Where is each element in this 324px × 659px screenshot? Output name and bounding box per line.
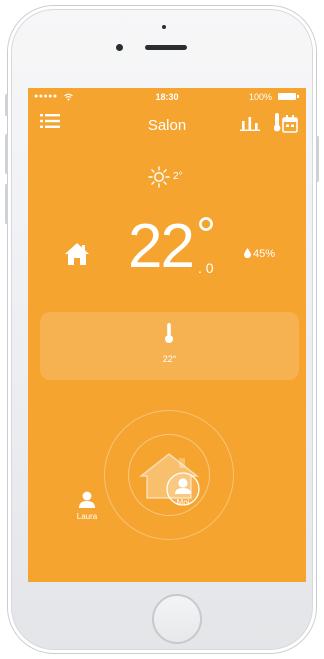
outside-temperature: 2° [173, 171, 183, 182]
room-title: Salon [147, 117, 187, 134]
user-avatar-icon[interactable] [78, 491, 96, 509]
mute-switch [5, 94, 8, 116]
volume-down-button [5, 184, 8, 224]
user-name-laura: Laura [76, 512, 98, 521]
battery-percentage: 100% [248, 92, 272, 102]
sun-icon [148, 166, 170, 188]
user-name-moi: Moi [176, 498, 190, 507]
schedule-icon[interactable] [274, 112, 298, 134]
target-temperature-card[interactable]: 22° [40, 312, 299, 380]
front-camera [116, 44, 123, 51]
volume-up-button [5, 134, 8, 174]
proximity-sensor [162, 25, 166, 29]
degree-symbol [199, 217, 213, 231]
target-temperature: 22° [162, 354, 177, 364]
room-temperature-decimal: . 0 [198, 260, 214, 276]
earpiece-speaker [145, 45, 187, 50]
battery-icon [278, 93, 299, 100]
status-bar: ●●●●● 18:30 100% [28, 88, 306, 106]
power-button [316, 136, 319, 182]
stats-icon[interactable] [240, 115, 260, 131]
home-icon [65, 243, 89, 265]
thermometer-icon [165, 323, 173, 343]
water-drop-icon [244, 248, 251, 258]
home-button[interactable] [152, 594, 202, 644]
humidity: 45% [244, 248, 275, 260]
humidity-value: 45% [253, 248, 276, 260]
room-temperature: 22 [128, 212, 195, 281]
app-screen: ●●●●● 18:30 100% Salon 2° 22 . 0 45% 22°… [28, 88, 306, 582]
